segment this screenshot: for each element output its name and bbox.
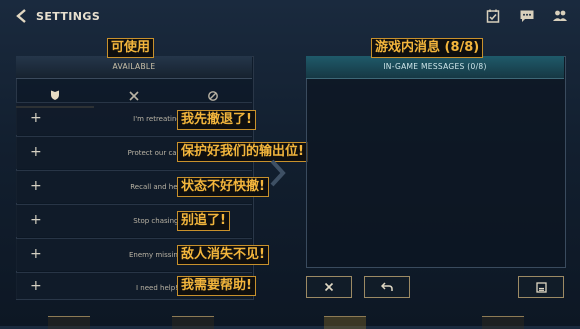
add-icon[interactable]: + — [30, 278, 42, 294]
undo-button[interactable] — [364, 276, 410, 298]
add-icon[interactable]: + — [30, 144, 42, 160]
in-game-messages-header: IN-GAME MESSAGES (0/8) — [306, 56, 564, 79]
friends-icon[interactable] — [552, 8, 568, 24]
bottom-tab[interactable] — [324, 316, 366, 329]
add-icon[interactable]: + — [30, 246, 42, 262]
back-icon[interactable] — [14, 8, 30, 24]
add-icon[interactable]: + — [30, 178, 42, 194]
in-game-messages-caption: 游戏内消息 (8/8) — [371, 38, 484, 58]
delete-button[interactable] — [306, 276, 352, 298]
bottom-tab[interactable] — [48, 316, 90, 329]
shield-icon — [51, 90, 59, 100]
row-caption: 敌人消失不见! — [177, 245, 269, 265]
save-icon — [535, 281, 547, 293]
add-icon[interactable]: + — [30, 110, 42, 126]
calendar-check-icon[interactable] — [485, 8, 501, 24]
row-caption: 别追了! — [177, 211, 230, 231]
save-button[interactable] — [518, 276, 564, 298]
row-caption: 我需要帮助! — [177, 276, 256, 296]
available-header: AVAILABLE — [16, 56, 252, 79]
row-caption: 保护好我们的输出位! — [177, 142, 308, 162]
page-title: SETTINGS — [36, 10, 101, 23]
bottom-tab[interactable] — [172, 316, 214, 329]
add-icon[interactable]: + — [30, 212, 42, 228]
in-game-messages-panel — [306, 56, 566, 268]
row-caption: 状态不好快撤! — [177, 177, 269, 197]
available-caption: 可使用 — [107, 38, 155, 58]
bottom-tab[interactable] — [482, 316, 524, 329]
crossed-swords-icon — [129, 91, 139, 101]
close-icon — [324, 282, 334, 292]
undo-icon — [381, 282, 393, 291]
chevron-right-icon — [270, 159, 286, 187]
ping-icon — [208, 91, 218, 101]
row-caption: 我先撤退了! — [177, 110, 256, 130]
chat-icon[interactable] — [519, 8, 535, 24]
